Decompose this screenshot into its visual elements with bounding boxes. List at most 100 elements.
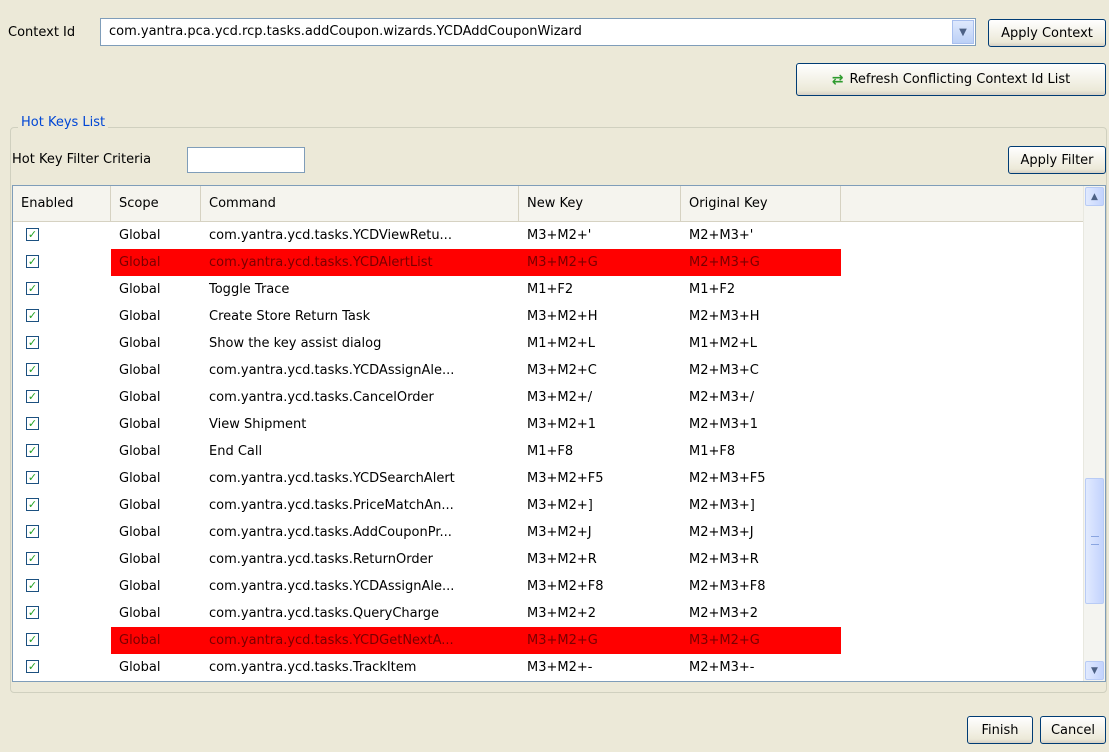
cell-new-key: M3+M2+/ (527, 390, 593, 405)
table-row[interactable]: ✓ Global com.yantra.ycd.tasks.QueryCharge M… (13, 600, 1083, 627)
column-header-scope[interactable]: Scope (111, 186, 201, 221)
cell-command: com.yantra.ycd.tasks.PriceMatchAn... (209, 498, 454, 513)
enabled-checkbox[interactable]: ✓ (26, 525, 39, 538)
table-row[interactable]: ✓ Global com.yantra.ycd.tasks.PriceMatchAn… (13, 492, 1083, 519)
apply-context-button[interactable]: Apply Context (988, 19, 1106, 47)
cancel-button[interactable]: Cancel (1040, 716, 1106, 744)
cell-command: View Shipment (209, 417, 307, 432)
cell-enabled: ✓ (13, 330, 111, 357)
cell-original-key: M2+M3+H (689, 309, 760, 324)
table-row[interactable]: ✓ Global com.yantra.ycd.tasks.YCDAssignAle… (13, 573, 1083, 600)
cell-new-key: M3+M2+F5 (527, 471, 604, 486)
table-row[interactable]: ✓ Global End Call M1+F8 M1+F8 (13, 438, 1083, 465)
table-row[interactable]: ✓ Global com.yantra.ycd.tasks.YCDGetNextA.… (13, 627, 1083, 654)
cell-new-key: M1+F2 (527, 282, 574, 297)
cell-enabled: ✓ (13, 546, 111, 573)
cell-new-key: M1+M2+L (527, 336, 596, 351)
cell-scope: Global (119, 336, 161, 351)
cell-command: Create Store Return Task (209, 309, 371, 324)
chevron-down-icon[interactable]: ▼ (952, 20, 974, 44)
cell-command: com.yantra.ycd.tasks.YCDGetNextA... (201, 627, 519, 654)
cell-enabled: ✓ (13, 573, 111, 600)
cell-new-key: M3+M2+1 (527, 417, 597, 432)
cell-enabled: ✓ (13, 222, 111, 249)
group-title: Hot Keys List (18, 115, 109, 130)
cell-original-key: M2+M3+R (689, 552, 759, 567)
column-header-command[interactable]: Command (201, 186, 519, 221)
cell-enabled: ✓ (13, 654, 111, 681)
cell-new-key: M3+M2+] (527, 498, 593, 513)
cell-command: com.yantra.ycd.tasks.YCDAssignAle... (209, 579, 455, 594)
enabled-checkbox[interactable]: ✓ (26, 417, 39, 430)
cell-new-key: M3+M2+J (527, 525, 592, 540)
table-row[interactable]: ✓ Global com.yantra.ycd.tasks.AddCouponPr.… (13, 519, 1083, 546)
table-row[interactable]: ✓ Global com.yantra.ycd.tasks.CancelOrder M… (13, 384, 1083, 411)
enabled-checkbox[interactable]: ✓ (26, 498, 39, 511)
cell-original-key: M2+M3+J (689, 525, 754, 540)
cell-scope: Global (119, 498, 161, 513)
cell-command: com.yantra.ycd.tasks.QueryCharge (209, 606, 439, 621)
cell-scope: Global (119, 606, 161, 621)
enabled-checkbox[interactable]: ✓ (26, 444, 39, 457)
table-row[interactable]: ✓ Global com.yantra.ycd.tasks.YCDAssignAle… (13, 357, 1083, 384)
table-row[interactable]: ✓ Global Toggle Trace M1+F2 M1+F2 (13, 276, 1083, 303)
apply-filter-button[interactable]: Apply Filter (1008, 146, 1106, 174)
refresh-conflicting-button[interactable]: ⇄ Refresh Conflicting Context Id List (796, 63, 1106, 96)
enabled-checkbox[interactable]: ✓ (26, 471, 39, 484)
enabled-checkbox[interactable]: ✓ (26, 579, 39, 592)
cell-new-key: M1+F8 (527, 444, 574, 459)
cell-new-key: M3+M2+2 (527, 606, 597, 621)
cell-scope: Global (119, 552, 161, 567)
table-row[interactable]: ✓ Global com.yantra.ycd.tasks.YCDSearchAle… (13, 465, 1083, 492)
enabled-checkbox[interactable]: ✓ (26, 336, 39, 349)
enabled-checkbox[interactable]: ✓ (26, 660, 39, 673)
cell-scope: Global (119, 282, 161, 297)
hot-keys-table: Enabled Scope Command New Key Original K… (12, 185, 1106, 682)
finish-button[interactable]: Finish (967, 716, 1033, 744)
enabled-checkbox[interactable]: ✓ (26, 255, 39, 268)
table-row[interactable]: ✓ Global View Shipment M3+M2+1 M2+M3+1 (13, 411, 1083, 438)
cell-command: com.yantra.ycd.tasks.YCDAlertList (201, 249, 519, 276)
table-row[interactable]: ✓ Global com.yantra.ycd.tasks.YCDAlertList… (13, 249, 1083, 276)
table-row[interactable]: ✓ Global Show the key assist dialog M1+M2+L… (13, 330, 1083, 357)
cell-new-key: M3+M2+H (527, 309, 598, 324)
enabled-checkbox[interactable]: ✓ (26, 228, 39, 241)
enabled-checkbox[interactable]: ✓ (26, 606, 39, 619)
scrollbar-thumb[interactable] (1085, 478, 1104, 604)
cell-command: com.yantra.ycd.tasks.AddCouponPr... (209, 525, 452, 540)
cell-command: com.yantra.ycd.tasks.YCDAssignAle... (209, 363, 455, 378)
cell-original-key: M2+M3+/ (689, 390, 755, 405)
vertical-scrollbar[interactable]: ▲ ▼ (1083, 186, 1105, 681)
cell-original-key: M2+M3+F5 (689, 471, 766, 486)
scroll-up-icon[interactable]: ▲ (1085, 187, 1104, 206)
table-row[interactable]: ✓ Global Create Store Return Task M3+M2+H M2… (13, 303, 1083, 330)
cell-original-key: M1+F8 (689, 444, 736, 459)
table-row[interactable]: ✓ Global com.yantra.ycd.tasks.YCDViewRetu.… (13, 222, 1083, 249)
filter-criteria-input[interactable] (187, 147, 305, 173)
cell-original-key: M2+M3+F8 (689, 579, 766, 594)
enabled-checkbox[interactable]: ✓ (26, 309, 39, 322)
column-header-new-key[interactable]: New Key (519, 186, 681, 221)
cell-command: Toggle Trace (209, 282, 290, 297)
context-id-combo[interactable]: com.yantra.pca.ycd.rcp.tasks.addCoupon.w… (100, 18, 976, 46)
cell-new-key: M3+M2+C (527, 363, 597, 378)
column-header-enabled[interactable]: Enabled (13, 186, 111, 221)
refresh-icon: ⇄ (831, 71, 844, 88)
enabled-checkbox[interactable]: ✓ (26, 363, 39, 376)
cell-original-key: M2+M3+C (689, 363, 759, 378)
cell-enabled: ✓ (13, 438, 111, 465)
refresh-label: Refresh Conflicting Context Id List (849, 72, 1071, 87)
cell-enabled: ✓ (13, 519, 111, 546)
column-header-original-key[interactable]: Original Key (681, 186, 841, 221)
enabled-checkbox[interactable]: ✓ (26, 552, 39, 565)
cell-enabled: ✓ (13, 627, 111, 654)
scroll-down-icon[interactable]: ▼ (1085, 661, 1104, 680)
cell-scope: Global (119, 579, 161, 594)
table-row[interactable]: ✓ Global com.yantra.ycd.tasks.ReturnOrder M… (13, 546, 1083, 573)
table-body: ✓ Global com.yantra.ycd.tasks.YCDViewRetu.… (13, 222, 1083, 681)
enabled-checkbox[interactable]: ✓ (26, 390, 39, 403)
enabled-checkbox[interactable]: ✓ (26, 633, 39, 646)
cell-original-key: M2+M3+1 (689, 417, 759, 432)
table-row[interactable]: ✓ Global com.yantra.ycd.tasks.TrackItem M3+… (13, 654, 1083, 681)
enabled-checkbox[interactable]: ✓ (26, 282, 39, 295)
